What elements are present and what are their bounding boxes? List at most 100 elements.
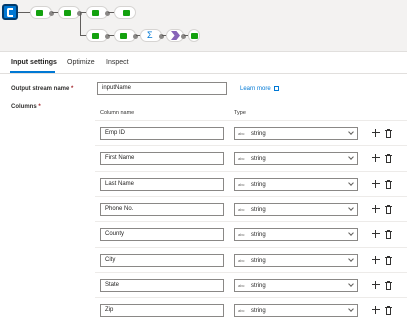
row-separator (95, 171, 407, 172)
row-separator (95, 120, 407, 121)
delete-column-icon[interactable] (385, 180, 392, 189)
trash-part (387, 256, 390, 257)
external-link-icon (273, 86, 279, 91)
add-column-icon[interactable] (372, 180, 380, 188)
string-type-icon: abc (238, 207, 245, 212)
column-type-select[interactable]: abc string (234, 152, 358, 165)
row-separator (95, 247, 407, 248)
chevron-down-icon (348, 306, 354, 312)
add-column-icon[interactable] (372, 230, 380, 238)
add-column-icon[interactable] (372, 306, 380, 314)
pipeline-branch (80, 13, 81, 35)
column-name-input[interactable]: Emp ID (100, 127, 224, 140)
trash-part (386, 156, 391, 163)
output-stream-label: Output stream name * (11, 86, 73, 92)
column-name-value: Emp ID (105, 130, 126, 136)
column-name-value: First Name (105, 155, 135, 161)
column-type-select[interactable]: abc string (234, 279, 358, 292)
add-column-icon[interactable] (372, 154, 380, 162)
add-column-icon[interactable] (372, 256, 380, 264)
column-name-input[interactable]: County (100, 228, 224, 241)
column-type-select[interactable]: abc string (234, 254, 358, 267)
add-column-icon[interactable] (372, 129, 380, 137)
aggregate-node[interactable]: Σ (140, 29, 164, 42)
column-name-input[interactable]: State (100, 279, 224, 292)
delete-column-icon[interactable] (385, 154, 392, 163)
output-stream-name-input[interactable]: inputName (97, 82, 227, 95)
column-name-header: Column name (100, 110, 135, 116)
trash-part (387, 129, 390, 130)
output-stream-value: inputName (102, 85, 132, 91)
output-node-2[interactable] (188, 29, 200, 42)
column-name-value: State (105, 282, 120, 288)
column-name-value: Last Name (105, 181, 135, 187)
delete-column-icon[interactable] (385, 281, 392, 290)
type-header: Type (234, 110, 246, 116)
transform-node-4[interactable] (86, 29, 110, 42)
column-name-input[interactable]: First Name (100, 152, 224, 165)
transform-icon (64, 10, 71, 16)
column-type-value: string (251, 156, 266, 162)
column-name-input[interactable]: Last Name (100, 178, 224, 191)
tab-inspect[interactable]: Inspect (106, 59, 129, 66)
column-name-input[interactable]: Phone No. (100, 203, 224, 216)
source-icon (7, 8, 13, 17)
row-separator (95, 221, 407, 222)
row-separator (95, 297, 407, 298)
trash-part (386, 131, 391, 138)
column-name-value: Zip (105, 307, 114, 313)
trash-part (387, 154, 390, 155)
row-separator (95, 272, 407, 273)
string-type-icon: abc (238, 258, 245, 263)
delete-column-icon[interactable] (385, 205, 392, 214)
transform-icon (92, 33, 99, 39)
trash-part (387, 205, 390, 206)
delete-column-icon[interactable] (385, 230, 392, 239)
column-type-select[interactable]: abc string (234, 228, 358, 241)
trash-part (387, 281, 390, 282)
trash-part (387, 230, 390, 231)
string-type-icon: abc (238, 283, 245, 288)
join-icon (171, 31, 180, 40)
join-node[interactable] (166, 29, 186, 42)
source-node[interactable] (2, 4, 18, 20)
output-node-1[interactable] (114, 6, 136, 19)
column-name-input[interactable]: City (100, 254, 224, 267)
transform-icon (36, 10, 43, 16)
delete-column-icon[interactable] (385, 306, 392, 315)
column-type-value: string (251, 182, 266, 188)
column-name-input[interactable]: Zip (100, 304, 224, 317)
add-column-icon[interactable] (372, 281, 380, 289)
learn-more-link[interactable]: Learn more (240, 86, 279, 92)
transform-node-5[interactable] (114, 29, 138, 42)
delete-column-icon[interactable] (385, 129, 392, 138)
trash-part (386, 258, 391, 265)
chevron-down-icon (348, 256, 354, 262)
tab-input-settings[interactable]: Input settings (11, 59, 57, 66)
delete-column-icon[interactable] (385, 256, 392, 265)
row-separator (95, 196, 407, 197)
string-type-icon: abc (238, 232, 245, 237)
column-type-select[interactable]: abc string (234, 304, 358, 317)
string-type-icon: abc (238, 156, 245, 161)
column-name-value: Phone No. (105, 206, 134, 212)
transform-node-2[interactable] (58, 6, 82, 19)
pipeline-canvas: Σ (0, 0, 407, 52)
column-type-select[interactable]: abc string (234, 178, 358, 191)
column-type-select[interactable]: abc string (234, 203, 358, 216)
trash-part (386, 308, 391, 315)
required-marker: * (71, 86, 74, 92)
column-type-value: string (251, 232, 266, 238)
output-icon (191, 33, 198, 39)
transform-node-3[interactable] (86, 6, 110, 19)
tab-optimize[interactable]: Optimize (67, 59, 95, 66)
trash-part (387, 306, 390, 307)
transform-node-1[interactable] (30, 6, 54, 19)
chevron-down-icon (348, 281, 354, 287)
column-type-select[interactable]: abc string (234, 127, 358, 140)
chevron-down-icon (348, 154, 354, 160)
transform-icon (92, 10, 99, 16)
add-column-icon[interactable] (372, 205, 380, 213)
chevron-down-icon (348, 180, 354, 186)
required-marker: * (38, 104, 41, 110)
